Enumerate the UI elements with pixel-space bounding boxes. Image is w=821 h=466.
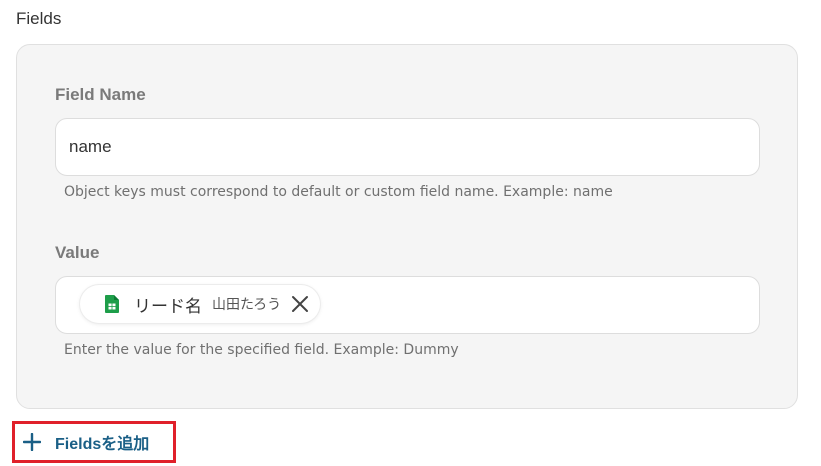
value-label: Value	[55, 243, 100, 262]
variable-chip[interactable]: リード名 山田たろう	[80, 285, 320, 323]
chip-value: 山田たろう	[212, 296, 282, 312]
chip-label: リード名	[134, 296, 202, 316]
value-input[interactable]: リード名 山田たろう	[55, 276, 760, 334]
value-help: Enter the value for the specified field.…	[64, 342, 459, 358]
add-fields-label: Fieldsを追加	[55, 436, 150, 453]
field-name-input-value: name	[69, 137, 112, 156]
field-card: Field Name name Object keys must corresp…	[16, 44, 798, 409]
field-name-help: Object keys must correspond to default o…	[64, 184, 613, 200]
google-sheets-icon	[105, 295, 119, 313]
close-icon[interactable]	[291, 295, 309, 313]
add-fields-button[interactable]: Fieldsを追加	[12, 421, 176, 463]
field-name-input[interactable]: name	[55, 118, 760, 176]
section-title: Fields	[16, 9, 62, 28]
field-name-label: Field Name	[55, 85, 146, 104]
plus-icon	[22, 432, 42, 452]
